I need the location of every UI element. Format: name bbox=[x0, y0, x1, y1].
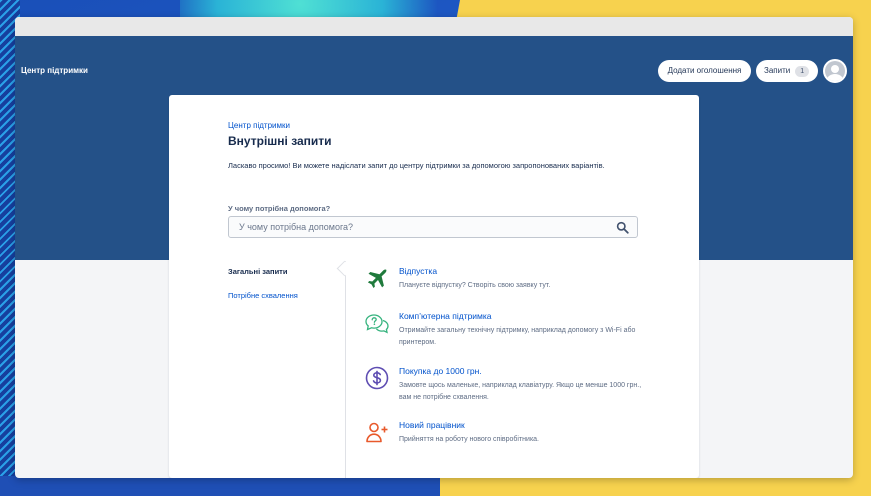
request-type-description: Плануєте відпустку? Створіть свою заявку… bbox=[399, 282, 551, 289]
request-type-description: Отримайте загальну технічну підтримку, н… bbox=[399, 327, 636, 346]
requests-button[interactable]: Запити 1 bbox=[756, 60, 818, 82]
airplane-icon bbox=[367, 269, 387, 288]
page-title: Внутрішні запити bbox=[228, 134, 332, 148]
portal-intro: Ласкаво просимо! Ви можете надіслати зап… bbox=[228, 161, 605, 170]
user-avatar-icon bbox=[825, 61, 845, 81]
breadcrumb[interactable]: Центр підтримки bbox=[228, 121, 290, 130]
browser-window: Центр підтримки Додати оголошення Запити… bbox=[15, 17, 853, 478]
site-title[interactable]: Центр підтримки bbox=[21, 66, 88, 75]
nav-active-indicator bbox=[336, 260, 353, 277]
search-input[interactable] bbox=[229, 217, 619, 237]
requests-label: Запити bbox=[764, 66, 791, 75]
group-general-requests[interactable]: Загальні запити bbox=[228, 267, 338, 276]
request-type-title: Покупка до 1000 грн. bbox=[399, 366, 482, 376]
search-icon[interactable] bbox=[616, 221, 629, 234]
add-announcement-button[interactable]: Додати оголошення bbox=[658, 60, 751, 82]
user-avatar[interactable] bbox=[823, 59, 847, 83]
group-approval-required[interactable]: Потрібне схвалення bbox=[228, 291, 338, 300]
portal-card: Центр підтримки Внутрішні запити Ласкаво… bbox=[169, 95, 699, 478]
window-chrome bbox=[15, 17, 853, 36]
request-type-description: Замовте щось маленьке, наприклад клавіат… bbox=[399, 382, 642, 401]
requests-count-badge: 1 bbox=[795, 66, 810, 77]
request-type-title: Комп’ютерна підтримка bbox=[399, 311, 492, 321]
dollar-icon bbox=[365, 366, 389, 390]
nav-divider bbox=[345, 261, 346, 478]
add-user-icon bbox=[366, 422, 388, 443]
request-type-description: Прийняття на роботу нового співробітника… bbox=[399, 436, 539, 443]
search-label: У чому потрібна допомога? bbox=[228, 204, 331, 213]
request-type-title: Відпустка bbox=[399, 266, 438, 276]
request-type-title: Новий працівник bbox=[399, 420, 465, 430]
request-groups-nav: Загальні запити Потрібне схвалення bbox=[228, 267, 338, 315]
search-box bbox=[228, 216, 638, 238]
background-bottom-band bbox=[0, 476, 440, 496]
help-chat-icon bbox=[365, 314, 389, 334]
